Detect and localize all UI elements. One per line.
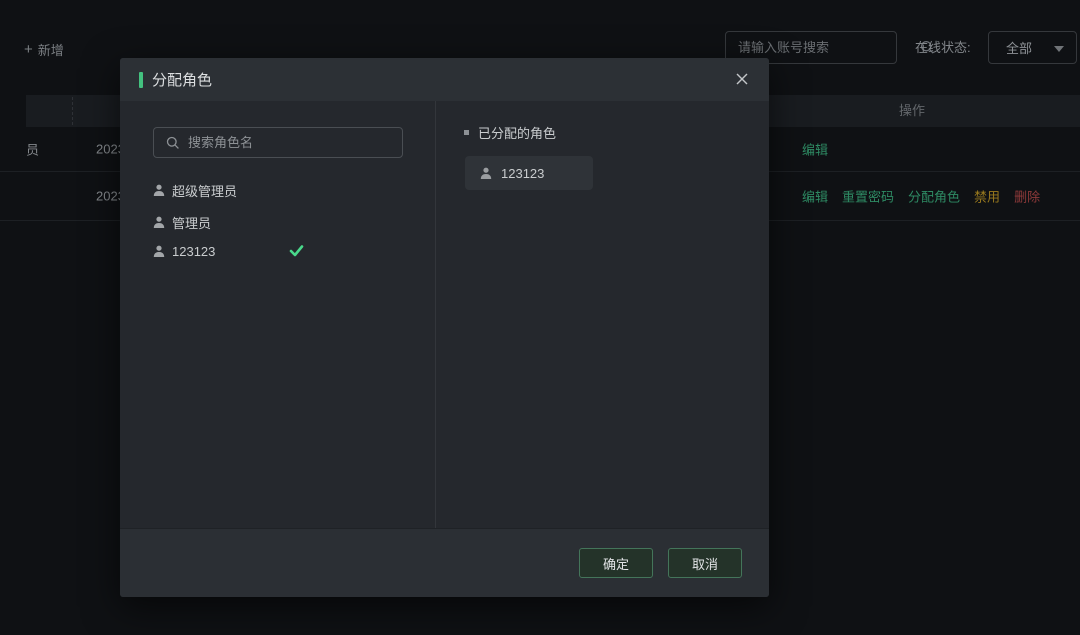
assign-role-link[interactable]: 分配角色 bbox=[908, 187, 960, 206]
assigned-role-name: 123123 bbox=[501, 166, 544, 181]
reset-password-link[interactable]: 重置密码 bbox=[842, 187, 894, 206]
row-actions: 编辑 重置密码 分配角色 禁用 删除 bbox=[802, 187, 1040, 206]
check-icon bbox=[289, 244, 304, 257]
assign-role-dialog: 分配角色 超级管理员 管理员 bbox=[120, 58, 769, 597]
square-bullet-icon bbox=[464, 130, 469, 135]
page: + 新增 在线状态: 全部 操作 员 2023 编辑 2023 编辑 重置密码 … bbox=[0, 0, 1080, 635]
edit-link[interactable]: 编辑 bbox=[802, 187, 828, 206]
edit-link[interactable]: 编辑 bbox=[802, 140, 828, 159]
role-name: 超级管理员 bbox=[172, 181, 237, 200]
panel-divider bbox=[435, 101, 436, 528]
role-name: 123123 bbox=[172, 244, 215, 259]
role-list-item[interactable]: 123123 bbox=[153, 242, 215, 260]
dialog-body: 超级管理员 管理员 123123 已分配的角色 123123 bbox=[120, 101, 769, 528]
user-icon bbox=[153, 216, 165, 229]
role-search-box bbox=[153, 127, 403, 158]
operations-column-header: 操作 bbox=[899, 95, 925, 127]
disable-link[interactable]: 禁用 bbox=[974, 187, 1000, 206]
dialog-title: 分配角色 bbox=[152, 69, 212, 90]
role-list-item[interactable]: 管理员 bbox=[153, 213, 211, 231]
row-actions: 编辑 bbox=[802, 140, 828, 159]
user-icon bbox=[480, 167, 492, 180]
dialog-header: 分配角色 bbox=[120, 58, 769, 101]
user-icon bbox=[153, 245, 165, 258]
cell-name-fragment: 员 bbox=[26, 140, 39, 159]
cancel-button[interactable]: 取消 bbox=[668, 548, 742, 578]
column-divider bbox=[72, 97, 73, 125]
dialog-footer: 确定 取消 bbox=[120, 528, 769, 597]
assigned-role-tag[interactable]: 123123 bbox=[465, 156, 593, 190]
title-accent-bar bbox=[139, 72, 143, 88]
chevron-down-icon bbox=[1054, 46, 1064, 52]
close-icon[interactable] bbox=[734, 71, 750, 87]
assigned-roles-title: 已分配的角色 bbox=[478, 123, 556, 142]
assigned-roles-header: 已分配的角色 bbox=[464, 123, 556, 142]
status-select-value: 全部 bbox=[1006, 38, 1032, 57]
delete-link[interactable]: 删除 bbox=[1014, 187, 1040, 206]
add-button-label: 新增 bbox=[38, 40, 64, 59]
role-list-item[interactable]: 超级管理员 bbox=[153, 181, 237, 199]
user-icon bbox=[153, 184, 165, 197]
plus-icon: + bbox=[24, 42, 33, 57]
add-button[interactable]: + 新增 bbox=[24, 40, 64, 58]
role-name: 管理员 bbox=[172, 213, 211, 232]
online-status-label: 在线状态: bbox=[915, 31, 971, 64]
confirm-button[interactable]: 确定 bbox=[579, 548, 653, 578]
role-search-input[interactable] bbox=[180, 128, 402, 157]
status-select[interactable]: 全部 bbox=[988, 31, 1077, 64]
search-icon bbox=[166, 136, 180, 150]
